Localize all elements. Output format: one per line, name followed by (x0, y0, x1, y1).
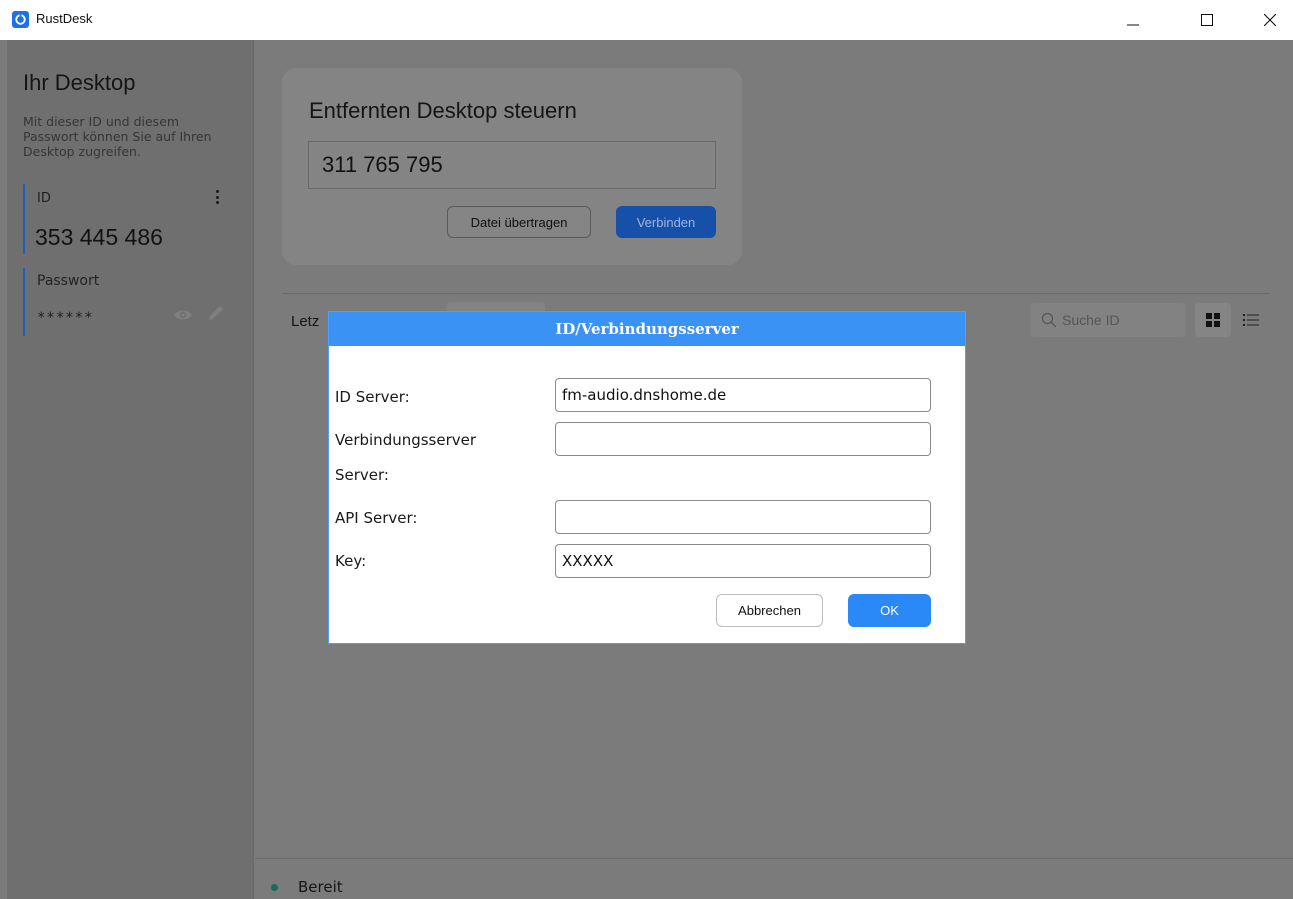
list-view-icon (1243, 314, 1259, 326)
api-server-label: API Server: (335, 509, 418, 527)
relay-server-input[interactable] (555, 422, 931, 456)
more-options-icon[interactable] (211, 188, 223, 206)
id-section: ID 353 445 486 (23, 184, 233, 254)
key-input[interactable] (555, 544, 931, 578)
show-password-icon[interactable] (172, 304, 194, 326)
recent-sessions-tab[interactable]: Letz (291, 313, 319, 330)
grid-view-button[interactable] (1195, 303, 1231, 337)
dialog-title: ID/Verbindungsserver (555, 320, 739, 338)
close-icon (1264, 14, 1276, 26)
password-section: Passwort ****** (23, 268, 233, 336)
maximize-button[interactable] (1184, 0, 1230, 40)
status-bar: Bereit (255, 858, 1293, 899)
minimize-icon (1127, 24, 1139, 26)
your-desktop-description: Mit dieser ID und diesem Passwort können… (23, 114, 212, 159)
status-indicator-icon (271, 884, 278, 891)
connect-button[interactable]: Verbinden (616, 206, 716, 238)
window-title: RustDesk (36, 11, 93, 26)
remote-control-card: Entfernten Desktop steuern 311 765 795 D… (282, 68, 742, 265)
list-view-button[interactable] (1237, 303, 1265, 337)
relay-server-label-line2: Server: (335, 466, 389, 484)
transfer-file-button[interactable]: Datei übertragen (447, 206, 591, 238)
grid-view-icon (1206, 313, 1220, 327)
remote-control-title: Entfernten Desktop steuern (309, 98, 577, 123)
maximize-icon (1201, 14, 1213, 26)
id-label: ID (37, 191, 51, 206)
rustdesk-logo-icon (12, 11, 29, 28)
api-server-input[interactable] (555, 500, 931, 534)
relay-server-label-line1: Verbindungsserver (335, 431, 477, 449)
section-divider (282, 293, 1270, 294)
your-desktop-title: Ihr Desktop (23, 70, 136, 95)
title-bar: RustDesk (0, 0, 1293, 40)
status-text: Bereit (298, 878, 343, 896)
search-id-input[interactable] (1062, 312, 1162, 328)
key-label: Key: (335, 552, 367, 570)
minimize-button[interactable] (1110, 0, 1156, 40)
id-value[interactable]: 353 445 486 (35, 224, 163, 251)
remote-id-input[interactable]: 311 765 795 (308, 141, 716, 189)
close-button[interactable] (1247, 0, 1293, 40)
dialog-header: ID/Verbindungsserver (329, 312, 965, 346)
search-icon (1041, 312, 1057, 328)
edit-password-icon[interactable] (205, 302, 227, 324)
id-relay-server-dialog: ID/Verbindungsserver ID Server: Verbindu… (328, 311, 966, 644)
ok-button[interactable]: OK (848, 594, 931, 627)
cancel-button[interactable]: Abbrechen (716, 594, 823, 627)
id-server-label: ID Server: (335, 388, 410, 406)
password-value: ****** (37, 310, 94, 326)
id-server-input[interactable] (555, 378, 931, 412)
your-desktop-panel: Ihr Desktop Mit dieser ID und diesem Pas… (7, 40, 254, 899)
password-label: Passwort (37, 273, 100, 289)
search-id-box[interactable] (1031, 303, 1185, 337)
